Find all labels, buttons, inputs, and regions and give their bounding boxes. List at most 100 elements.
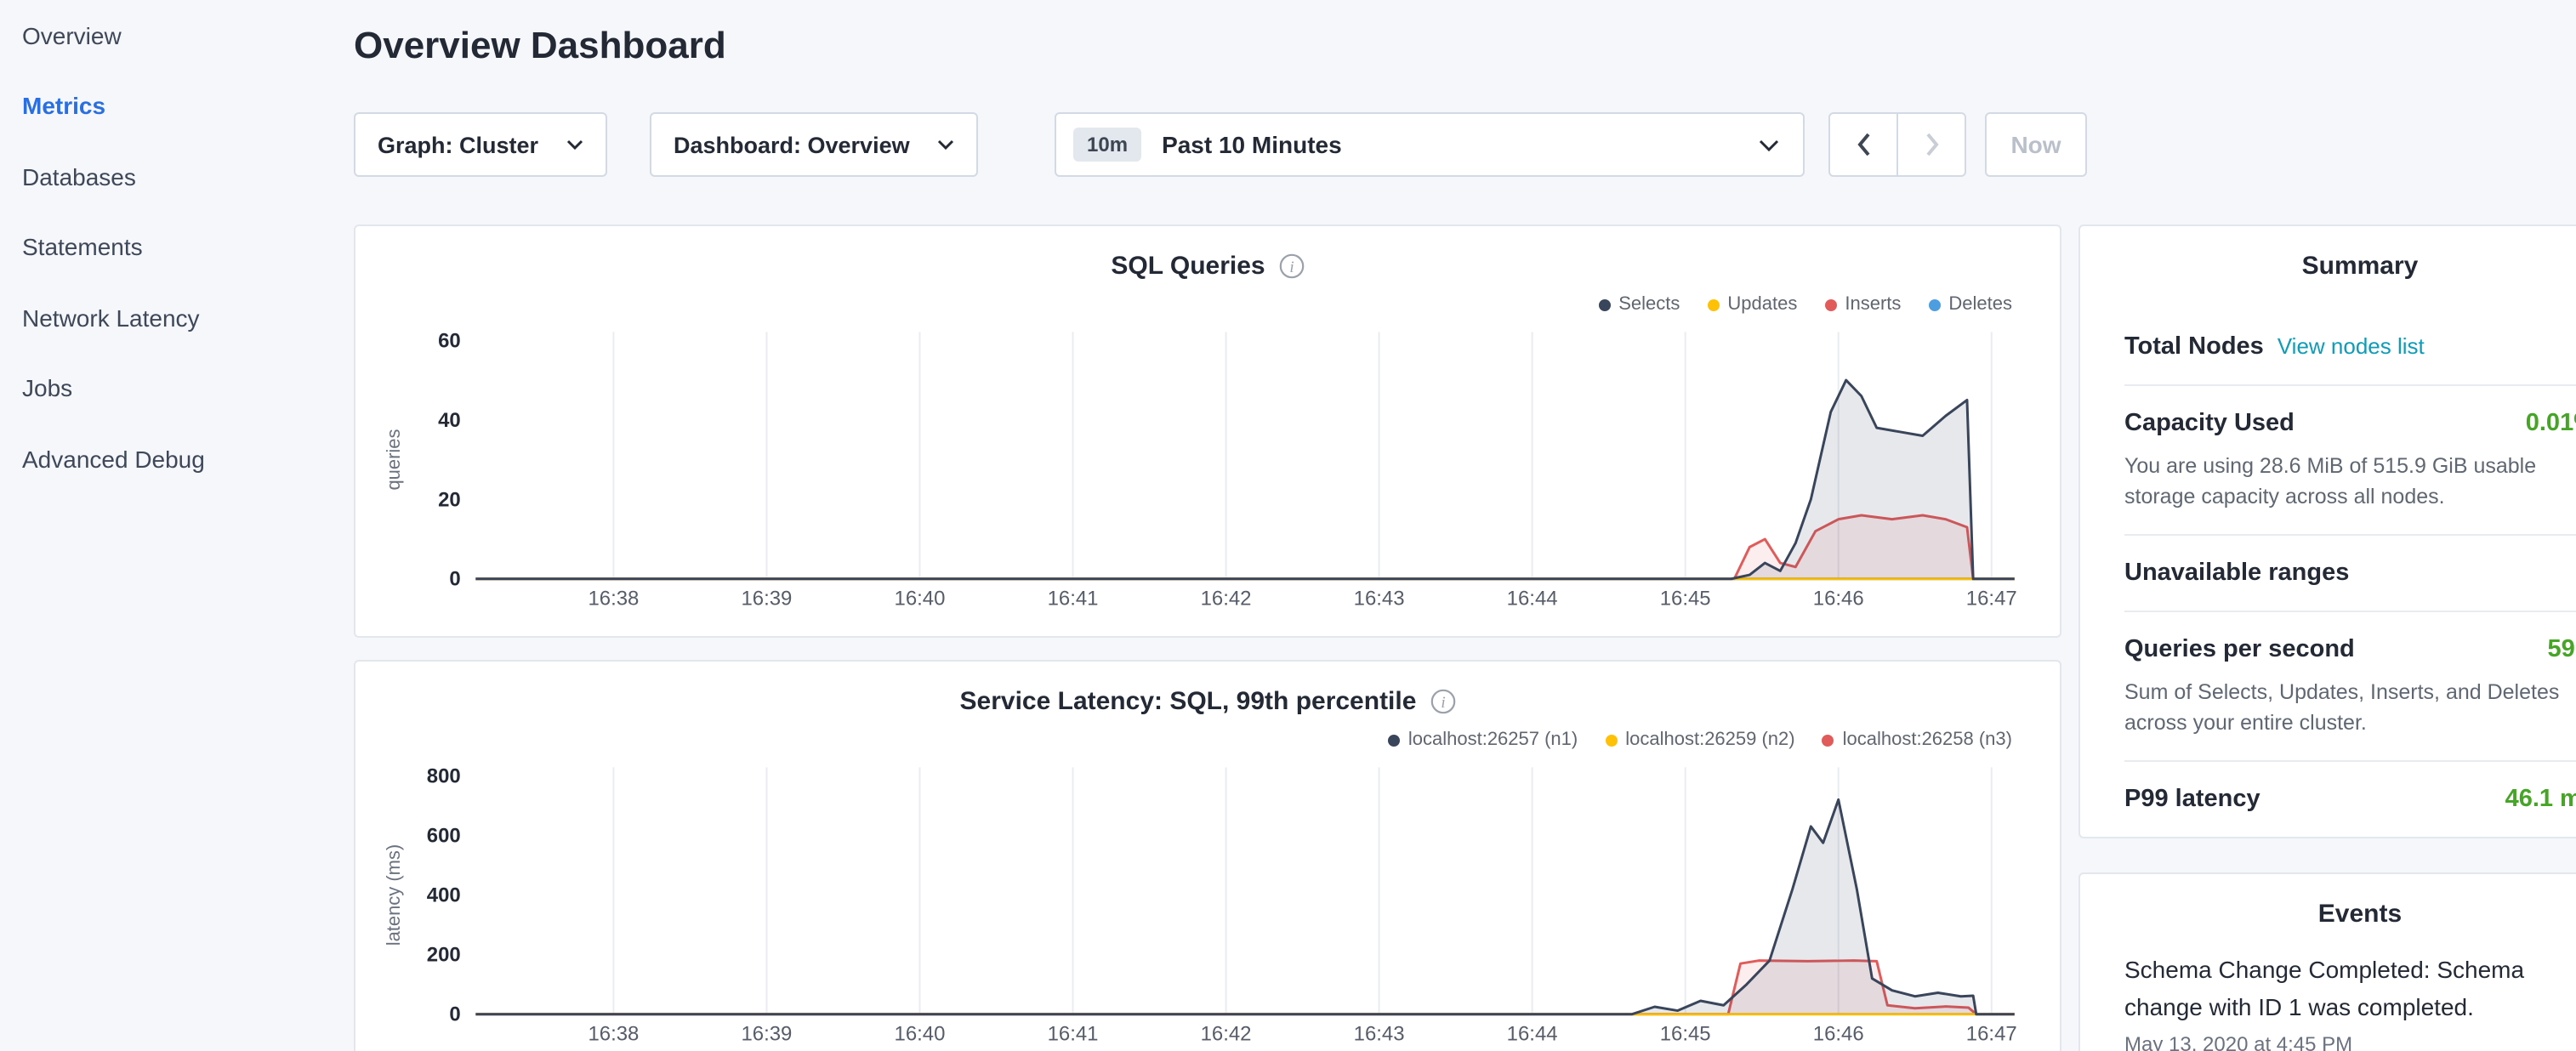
chart-title-row: SQL Queries i (355, 248, 2060, 282)
sidebar-item-network-latency[interactable]: Network Latency (22, 282, 328, 353)
dashboard-dropdown-label: Dashboard: Overview (674, 132, 910, 157)
summary-row-total-nodes: Total Nodes View nodes list 3 (2124, 310, 2576, 384)
time-range-pager (1828, 112, 1966, 177)
chevron-down-icon (1759, 139, 1779, 151)
y-tick-label: 0 (449, 568, 460, 591)
y-tick-label: 20 (438, 488, 461, 511)
x-tick-label: 16:41 (1048, 1023, 1099, 1046)
prev-range-button[interactable] (1830, 114, 1896, 175)
info-icon[interactable]: i (1430, 688, 1455, 713)
summary-label: Capacity Used (2124, 408, 2295, 439)
x-tick-label: 16:39 (741, 1023, 792, 1046)
y-tick-label: 400 (427, 884, 461, 907)
legend-dot (1823, 734, 1834, 746)
series-line (475, 380, 2014, 579)
sidebar-item-statements[interactable]: Statements (22, 212, 328, 282)
event-text: Schema Change Completed: Schema change w… (2124, 951, 2576, 1025)
summary-value: 46.1 ms (2505, 784, 2576, 815)
time-range-label: Past 10 Minutes (1162, 131, 1342, 158)
y-tick-label: 0 (449, 1003, 460, 1026)
chevron-right-icon (1925, 133, 1938, 156)
y-tick-label: 800 (427, 764, 461, 787)
service-latency-chart: 16:3816:3916:4016:4116:4216:4316:4416:45… (355, 755, 2060, 1051)
graph-dropdown[interactable]: Graph: Cluster (354, 112, 607, 177)
x-tick-label: 16:41 (1048, 588, 1099, 611)
legend-dot (1928, 298, 1940, 310)
sql-queries-chart: 16:3816:3916:4016:4116:4216:4316:4416:45… (355, 320, 2060, 638)
legend-label: localhost:26259 (n2) (1625, 730, 1794, 750)
summary-title: Summary (2080, 252, 2576, 282)
sidebar-item-advanced-debug[interactable]: Advanced Debug (22, 423, 328, 494)
summary-row-queries-per-second: Queries per second 59.7 Sum of Selects, … (2124, 611, 2576, 760)
y-tick-label: 60 (438, 329, 461, 352)
info-icon[interactable]: i (1279, 253, 1305, 278)
x-tick-label: 16:42 (1201, 1023, 1252, 1046)
x-tick-label: 16:42 (1201, 588, 1252, 611)
dashboard-dropdown[interactable]: Dashboard: Overview (650, 112, 978, 177)
summary-row-capacity-used: Capacity Used 0.01% You are using 28.6 M… (2124, 384, 2576, 534)
x-tick-label: 16:44 (1507, 588, 1558, 611)
legend-label: Inserts (1845, 294, 1901, 315)
x-tick-label: 16:43 (1354, 1023, 1405, 1046)
y-tick-label: 200 (427, 944, 461, 967)
x-tick-label: 16:38 (588, 1023, 639, 1046)
summary-label: Unavailable ranges (2124, 558, 2349, 588)
x-tick-label: 16:47 (1966, 1023, 2017, 1046)
sidebar-item-databases[interactable]: Databases (22, 141, 328, 212)
x-tick-label: 16:44 (1507, 1023, 1558, 1046)
svg-text:i: i (1441, 693, 1445, 711)
view-nodes-list-link[interactable]: View nodes list (2277, 333, 2425, 359)
series-area (475, 380, 2014, 579)
time-range-badge: 10m (1073, 128, 1141, 162)
x-tick-label: 16:43 (1354, 588, 1405, 611)
next-range-button[interactable] (1896, 114, 1965, 175)
chart-title: SQL Queries (1111, 251, 1265, 280)
summary-row-p99-latency: P99 latency 46.1 ms (2124, 760, 2576, 837)
legend-dot (1824, 298, 1836, 310)
page-title: Overview Dashboard (354, 24, 726, 68)
y-axis-label: queries (383, 429, 404, 491)
y-tick-label: 40 (438, 409, 461, 432)
legend-item[interactable]: localhost:26259 (n2) (1605, 730, 1794, 750)
legend-item[interactable]: localhost:26258 (n3) (1823, 730, 2012, 750)
service-latency-panel: Service Latency: SQL, 99th percentile i … (354, 660, 2061, 1051)
legend-dot (1605, 734, 1617, 746)
now-button[interactable]: Now (1985, 112, 2087, 177)
summary-value: 59.7 (2548, 634, 2576, 665)
summary-label: P99 latency (2124, 784, 2260, 815)
legend-label: Updates (1727, 294, 1797, 315)
time-range-picker[interactable]: 10m Past 10 Minutes (1055, 112, 1805, 177)
legend-item[interactable]: Inserts (1824, 294, 1901, 315)
x-tick-label: 16:40 (895, 588, 946, 611)
legend-item[interactable]: Selects (1598, 294, 1680, 315)
summary-label: Total Nodes (2124, 332, 2264, 362)
legend-item[interactable]: Deletes (1928, 294, 2012, 315)
sidebar-item-jobs[interactable]: Jobs (22, 353, 328, 423)
sidebar-nav: Overview Metrics Databases Statements Ne… (22, 0, 328, 494)
x-tick-label: 16:39 (741, 588, 792, 611)
x-tick-label: 16:47 (1966, 588, 2017, 611)
sql-queries-panel: SQL Queries i Selects Updates Inserts Delet… (354, 224, 2061, 638)
chart-legend: localhost:26257 (n1) localhost:26259 (n2)… (355, 728, 2060, 752)
summary-rows: Total Nodes View nodes list 3 Capacity U… (2124, 310, 2576, 837)
legend-item[interactable]: Updates (1707, 294, 1797, 315)
sidebar-item-overview[interactable]: Overview (22, 0, 328, 71)
legend-label: Selects (1618, 294, 1680, 315)
x-tick-label: 16:46 (1813, 588, 1864, 611)
controls-bar: Graph: Cluster Dashboard: Overview 10m P… (354, 112, 2087, 177)
y-axis-label: latency (ms) (383, 844, 404, 946)
summary-row-unavailable-ranges: Unavailable ranges 0 (2124, 534, 2576, 611)
x-tick-label: 16:45 (1660, 1023, 1711, 1046)
legend-dot (1707, 298, 1719, 310)
chart-title: Service Latency: SQL, 99th percentile (960, 686, 1417, 715)
x-tick-label: 16:38 (588, 588, 639, 611)
sidebar-item-metrics[interactable]: Metrics (22, 71, 328, 141)
series-area (475, 799, 2014, 1014)
event-item[interactable]: Schema Change Completed: Schema change w… (2124, 951, 2576, 1051)
chevron-left-icon (1857, 133, 1870, 156)
legend-label: localhost:26257 (n1) (1408, 730, 1578, 750)
summary-label: Queries per second (2124, 634, 2355, 665)
legend-item[interactable]: localhost:26257 (n1) (1388, 730, 1578, 750)
x-tick-label: 16:46 (1813, 1023, 1864, 1046)
summary-subtext: Sum of Selects, Updates, Inserts, and De… (2124, 677, 2576, 738)
